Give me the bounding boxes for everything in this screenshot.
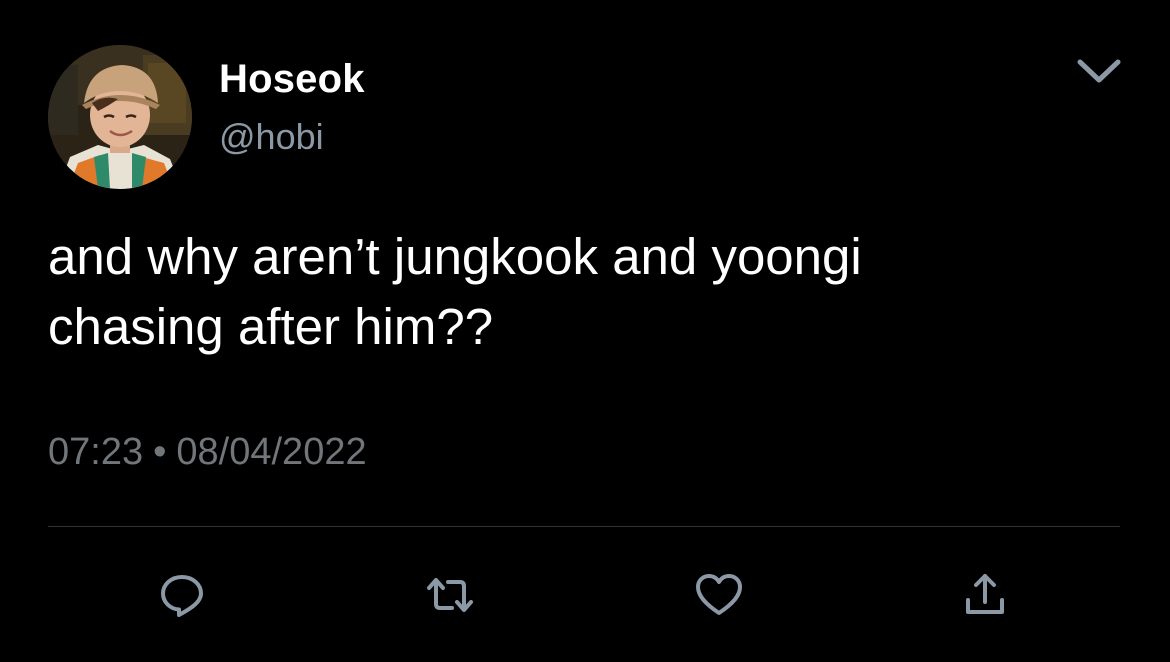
- divider: [48, 526, 1120, 527]
- retweet-button[interactable]: [425, 570, 475, 620]
- retweet-icon: [427, 578, 473, 612]
- display-name[interactable]: Hoseok: [219, 55, 365, 103]
- user-handle[interactable]: @hobi: [219, 115, 324, 159]
- like-button[interactable]: [694, 570, 744, 620]
- share-icon: [966, 574, 1004, 614]
- chevron-down-icon[interactable]: [1068, 50, 1130, 94]
- tweet-time: 07:23: [48, 431, 144, 473]
- reply-button[interactable]: [157, 570, 207, 620]
- reply-icon: [161, 575, 203, 617]
- meta-separator: •: [153, 431, 167, 473]
- share-button[interactable]: [960, 570, 1010, 620]
- tweet: Hoseok @hobi and why aren’t jungkook and…: [0, 0, 1170, 662]
- tweet-text: and why aren’t jungkook and yoongi chasi…: [48, 228, 862, 355]
- avatar[interactable]: [48, 45, 192, 189]
- tweet-timestamp[interactable]: 07:23 • 08/04/2022: [48, 428, 367, 476]
- avatar-image: [48, 45, 192, 189]
- tweet-date: 08/04/2022: [176, 431, 367, 473]
- like-icon: [696, 574, 742, 615]
